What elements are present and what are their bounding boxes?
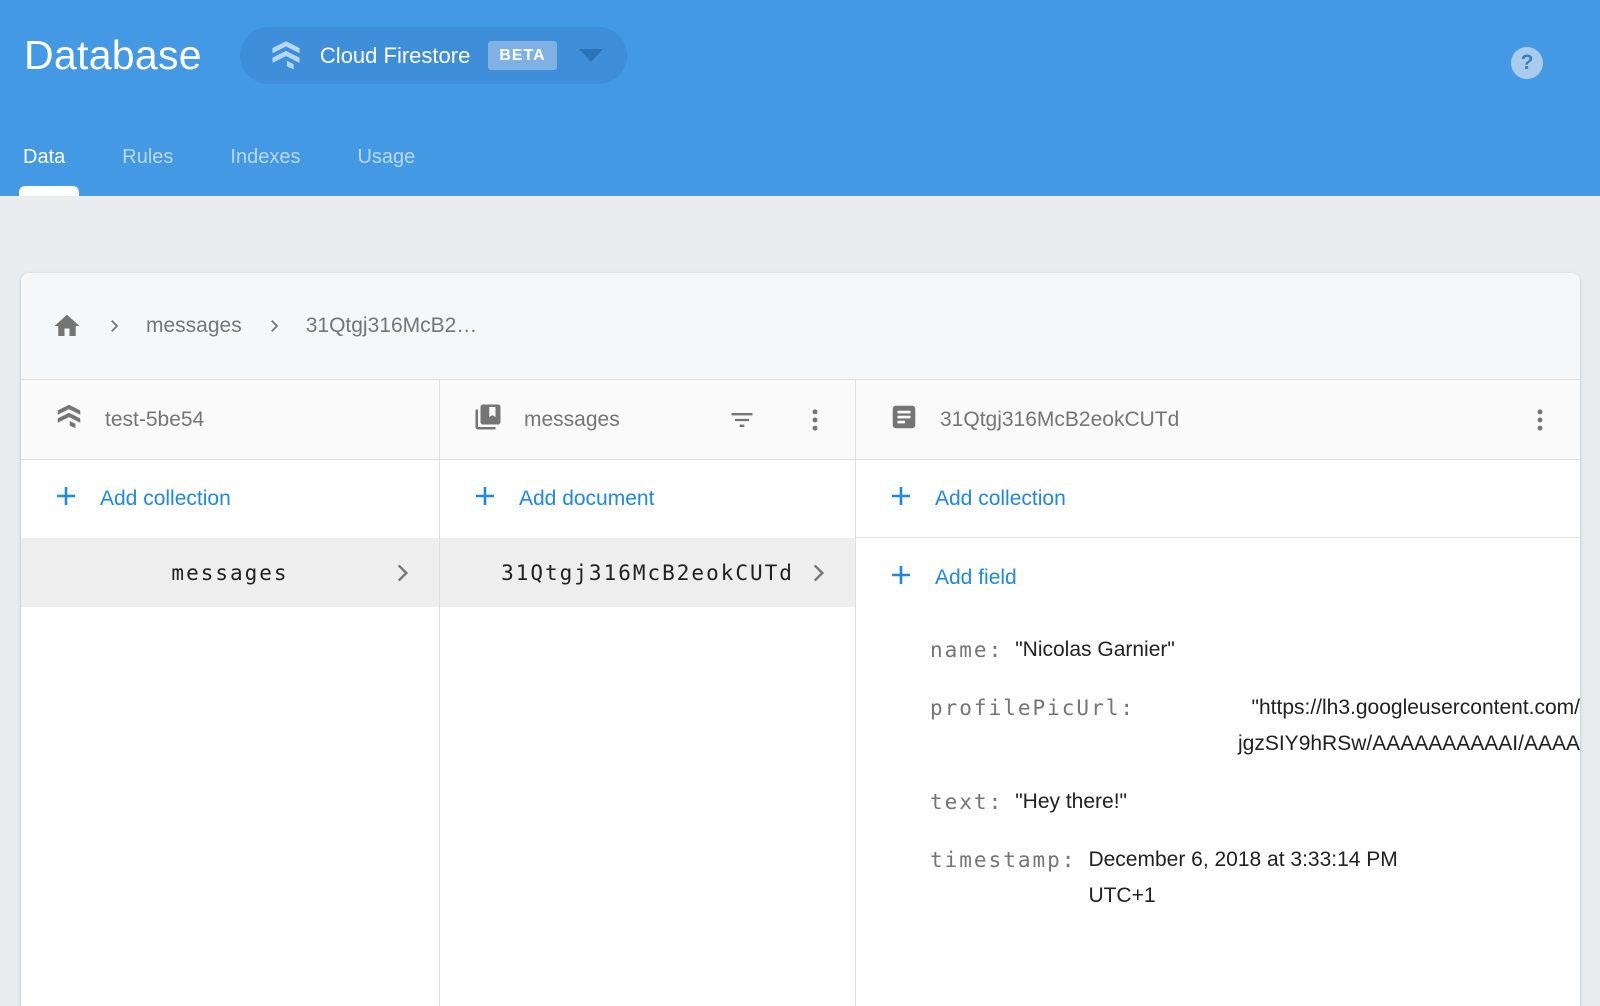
tab-indexes[interactable]: Indexes — [230, 146, 300, 169]
document-icon — [889, 402, 919, 438]
field-row-text[interactable]: text: "Hey there!" — [930, 784, 1580, 820]
document-row[interactable]: 31Qtgj316McB2eokCUTd — [440, 538, 855, 607]
add-collection-label: Add collection — [100, 487, 231, 511]
active-tab-indicator — [19, 186, 79, 196]
add-document-label: Add document — [519, 487, 654, 511]
product-switcher[interactable]: Cloud Firestore BETA — [240, 27, 627, 84]
field-key: text: — [930, 784, 1003, 820]
question-mark-icon: ? — [1521, 51, 1534, 75]
add-collection-button-document[interactable]: Add collection — [856, 460, 1580, 538]
firestore-icon — [54, 402, 84, 438]
plus-icon — [53, 483, 79, 515]
field-row-timestamp[interactable]: timestamp: December 6, 2018 at 3:33:14 P… — [930, 842, 1580, 914]
more-vert-icon[interactable] — [801, 406, 829, 434]
add-field-label: Add field — [935, 566, 1017, 590]
caret-down-icon — [579, 49, 603, 62]
chevron-right-icon — [805, 560, 831, 586]
document-row-label: 31Qtgj316McB2eokCUTd — [501, 561, 794, 585]
field-row-profilepicurl[interactable]: profilePicUrl: "https://lh3.googleuserco… — [930, 690, 1580, 762]
add-collection-button[interactable]: Add collection — [21, 460, 439, 538]
tab-rules[interactable]: Rules — [122, 146, 173, 169]
breadcrumb-collection[interactable]: messages — [146, 314, 242, 338]
field-key: profilePicUrl: — [930, 690, 1135, 726]
add-collection-label: Add collection — [935, 487, 1066, 511]
collection-column: messages Add document 31Qtgj316McB2eokCU… — [440, 380, 856, 1006]
field-value: December 6, 2018 at 3:33:14 PM UTC+1 — [1088, 842, 1397, 914]
collection-icon — [473, 402, 503, 438]
more-vert-icon[interactable] — [1526, 406, 1554, 434]
panel-columns: test-5be54 Add collection messages — [21, 380, 1580, 1006]
firestore-data-panel: messages 31Qtgj316McB2… test-5be54 — [21, 273, 1580, 1006]
app-header: Database Cloud Firestore BETA ? Data Rul… — [0, 0, 1600, 196]
field-key: timestamp: — [930, 842, 1076, 878]
beta-badge: BETA — [488, 41, 556, 70]
field-value: "Nicolas Garnier" — [1015, 632, 1175, 668]
database-id-label: test-5be54 — [105, 408, 204, 432]
product-name: Cloud Firestore — [320, 43, 470, 69]
document-title: 31Qtgj316McB2eokCUTd — [940, 408, 1179, 432]
root-column-header: test-5be54 — [21, 380, 439, 460]
field-list: name: "Nicolas Garnier" profilePicUrl: "… — [856, 618, 1580, 914]
page-title: Database — [24, 27, 202, 84]
help-button[interactable]: ? — [1511, 47, 1543, 79]
field-value: "Hey there!" — [1015, 784, 1127, 820]
document-column-header: 31Qtgj316McB2eokCUTd — [856, 380, 1580, 460]
collection-row-label: messages — [171, 561, 288, 585]
breadcrumb: messages 31Qtgj316McB2… — [21, 273, 1580, 380]
plus-icon — [888, 483, 914, 515]
home-icon[interactable] — [52, 311, 82, 341]
tab-usage[interactable]: Usage — [357, 146, 415, 169]
firestore-icon — [268, 38, 304, 74]
collection-column-header: messages — [440, 380, 855, 460]
collection-title: messages — [524, 408, 620, 432]
header-top-row: Database Cloud Firestore BETA — [0, 0, 1600, 84]
field-value: "https://lh3.googleusercontent.com/ jgzS… — [1147, 690, 1580, 762]
document-column: 31Qtgj316McB2eokCUTd Add collection Add … — [856, 380, 1580, 1006]
add-field-button[interactable]: Add field — [856, 538, 1580, 618]
add-document-button[interactable]: Add document — [440, 460, 855, 538]
field-row-name[interactable]: name: "Nicolas Garnier" — [930, 632, 1580, 668]
plus-icon — [888, 562, 914, 594]
breadcrumb-document[interactable]: 31Qtgj316McB2… — [306, 314, 478, 338]
root-column: test-5be54 Add collection messages — [21, 380, 440, 1006]
field-key: name: — [930, 632, 1003, 668]
chevron-right-icon — [105, 317, 123, 335]
tab-bar: Data Rules Indexes Usage — [23, 146, 415, 169]
plus-icon — [472, 483, 498, 515]
chevron-right-icon — [265, 317, 283, 335]
tab-data[interactable]: Data — [23, 146, 65, 169]
chevron-right-icon — [389, 560, 415, 586]
collection-row-messages[interactable]: messages — [21, 538, 439, 607]
filter-icon[interactable] — [728, 406, 756, 434]
